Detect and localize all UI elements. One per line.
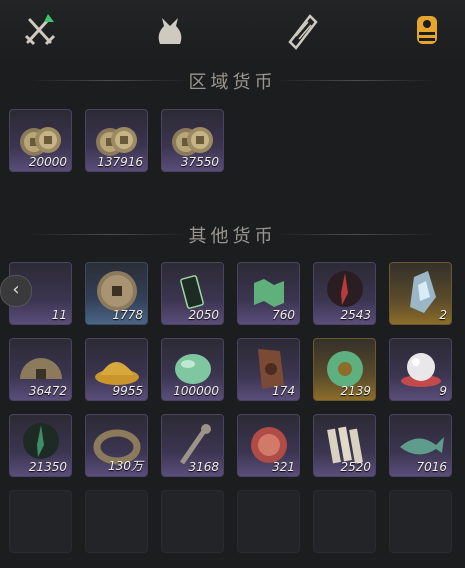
- tab-currency[interactable]: [405, 8, 449, 52]
- coin-sword-slot[interactable]: 3168: [161, 414, 224, 477]
- divider-right: [275, 234, 435, 235]
- item-quantity: 9955: [112, 384, 143, 398]
- item-quantity: 130万: [108, 459, 143, 473]
- green-feather-slot[interactable]: 21350: [9, 414, 72, 477]
- map-fragment-slot[interactable]: 760: [237, 262, 300, 325]
- item-quantity: 7016: [416, 460, 447, 474]
- item-quantity: 1778: [112, 308, 143, 322]
- item-quantity: 36472: [28, 384, 67, 398]
- tab-bar: [0, 0, 465, 62]
- item-quantity: 137916: [97, 155, 143, 169]
- crystal-shard-slot[interactable]: 2: [389, 262, 452, 325]
- item-quantity: 11: [51, 308, 67, 322]
- empty-slot: [389, 490, 452, 553]
- pearl-slot[interactable]: 9: [389, 338, 452, 401]
- bronze-plaque-slot[interactable]: 174: [237, 338, 300, 401]
- coins-stack-slot[interactable]: 37550: [161, 109, 224, 172]
- item-quantity: 174: [272, 384, 295, 398]
- item-quantity: 321: [272, 460, 295, 474]
- item-quantity: 100000: [173, 384, 219, 398]
- section-title-regional: 区域货币: [188, 72, 277, 93]
- item-quantity: 2: [439, 308, 447, 322]
- item-quantity: 9: [439, 384, 447, 398]
- jade-token-slot[interactable]: 2050: [161, 262, 224, 325]
- item-quantity: 3168: [188, 460, 219, 474]
- coin-string-slot[interactable]: 130万: [85, 414, 148, 477]
- section-title-other: 其他货币: [188, 226, 277, 247]
- collapse-arrow-button[interactable]: ‹: [0, 275, 32, 307]
- coins-stack-slot[interactable]: 20000: [9, 109, 72, 172]
- red-medallion-slot[interactable]: 321: [237, 414, 300, 477]
- bamboo-slips-slot[interactable]: 2520: [313, 414, 376, 477]
- empty-slot: [9, 490, 72, 553]
- coins-stack-icon: [417, 16, 437, 44]
- item-quantity: 2139: [340, 384, 371, 398]
- empty-slot: [313, 490, 376, 553]
- crossed-swords-icon: [24, 14, 56, 46]
- item-quantity: 2050: [188, 308, 219, 322]
- jade-ring-slot[interactable]: 2139: [313, 338, 376, 401]
- divider-right: [275, 80, 435, 81]
- item-quantity: 20000: [28, 155, 67, 169]
- tab-items[interactable]: [148, 8, 192, 52]
- empty-slot: [161, 490, 224, 553]
- item-quantity: 2543: [340, 308, 371, 322]
- red-feather-slot[interactable]: 2543: [313, 262, 376, 325]
- item-quantity: 37550: [180, 155, 219, 169]
- item-quantity: 21350: [28, 460, 67, 474]
- empty-slot: [85, 490, 148, 553]
- empty-slot: [237, 490, 300, 553]
- half-coin-slot[interactable]: 36472: [9, 338, 72, 401]
- item-quantity: 760: [272, 308, 295, 322]
- coins-stack-slot[interactable]: 137916: [85, 109, 148, 172]
- item-quantity: 2520: [340, 460, 371, 474]
- bronze-coin-slot[interactable]: 1778: [85, 262, 148, 325]
- tab-equipment[interactable]: [18, 8, 62, 52]
- rice-grain-slot[interactable]: 9955: [85, 338, 148, 401]
- jade-fish-slot[interactable]: 7016: [389, 414, 452, 477]
- scroll-icon: [288, 14, 318, 50]
- jade-stone-slot[interactable]: 100000: [161, 338, 224, 401]
- tab-scrolls[interactable]: [280, 8, 324, 52]
- pouch-icon: [158, 18, 182, 44]
